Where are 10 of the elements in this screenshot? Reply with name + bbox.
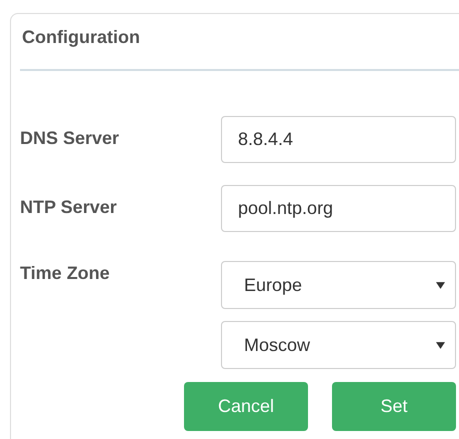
input-field[interactable]: pool.ntp.org xyxy=(221,185,456,232)
caret-icon xyxy=(436,280,445,290)
field-label: Time Zone xyxy=(20,262,111,284)
panel-title: Configuration xyxy=(22,26,140,48)
input-field[interactable]: 8.8.4.4 xyxy=(221,116,456,163)
field-label: NTP Server xyxy=(20,196,118,218)
dropdown[interactable]: Europe xyxy=(221,261,456,309)
dropdown[interactable]: Moscow xyxy=(221,321,456,369)
field-label: DNS Server xyxy=(20,127,120,149)
caret-icon xyxy=(436,340,445,350)
